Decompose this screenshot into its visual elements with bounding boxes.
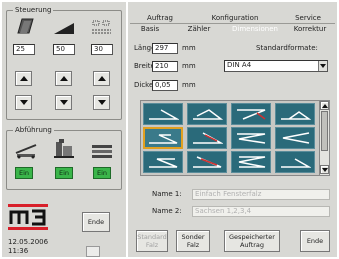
steuerung-down-button-2[interactable]: [55, 95, 72, 110]
fold-type-9[interactable]: [143, 151, 183, 173]
tab-korrektur[interactable]: Korrektur: [288, 25, 332, 33]
tab-dimensionen[interactable]: Dimensionen: [228, 25, 282, 33]
fold-diagram-icon: [193, 156, 222, 168]
fold-diagram-icon: [149, 134, 178, 144]
steuerung-value-1[interactable]: 25: [13, 44, 35, 55]
steuerung-up-button-1[interactable]: [15, 71, 32, 86]
scroll-thumb[interactable]: [321, 111, 328, 151]
m3-logo: [8, 204, 48, 230]
fold-grid-scrollbar[interactable]: [319, 101, 329, 175]
sonder-falz-button[interactable]: Sonder Falz: [176, 230, 210, 252]
standardformate-label: Standardformate:: [256, 44, 318, 52]
paper-tray-icon: [91, 143, 113, 159]
fold-type-4[interactable]: [275, 103, 315, 125]
fold-diagram-icon: [237, 109, 266, 120]
fold-diagram-icon: [281, 111, 311, 120]
left-panel: Steuerung 25 50 30 Abführung Ein Ein Ein…: [2, 2, 126, 257]
arrow-up-icon: [321, 103, 328, 108]
fold-type-6[interactable]: [187, 127, 227, 149]
fold-type-8[interactable]: [275, 127, 315, 149]
scroll-up-button[interactable]: [320, 101, 329, 110]
arrow-down-icon: [19, 100, 28, 105]
breite-input[interactable]: 210: [152, 61, 178, 72]
fold-diagram-icon: [193, 132, 223, 144]
steuerung-group: Steuerung 25 50 30: [6, 6, 122, 120]
steuerung-value-3[interactable]: 30: [91, 44, 113, 55]
fold-type-grid: [140, 100, 330, 176]
ende-button-left[interactable]: Ende: [82, 212, 110, 232]
speed-ramp-icon: [53, 21, 75, 35]
fold-diagram-icon: [238, 156, 266, 168]
fold-type-1[interactable]: [143, 103, 183, 125]
arrow-down-icon: [321, 167, 328, 172]
abfuehrung-ein-button-1[interactable]: Ein: [15, 167, 33, 179]
arrow-down-icon: [59, 100, 68, 105]
status-indicator: [86, 246, 100, 257]
tab-zaehler[interactable]: Zähler: [183, 25, 215, 33]
tab-row-divider: [130, 23, 335, 24]
tab-service[interactable]: Service: [288, 14, 328, 22]
abfuehrung-legend: Abführung: [13, 126, 54, 134]
fold-type-10[interactable]: [187, 151, 227, 173]
fold-type-2[interactable]: [187, 103, 227, 125]
arrow-up-icon: [59, 76, 68, 81]
name1-field[interactable]: Einfach Fensterfalz: [192, 189, 330, 200]
steuerung-down-button-1[interactable]: [15, 95, 32, 110]
stacker-icon: [53, 138, 75, 159]
abfuehrung-group: Abführung Ein Ein Ein: [6, 126, 122, 190]
steuerung-up-button-3[interactable]: [93, 71, 110, 86]
fold-type-11[interactable]: [231, 151, 271, 173]
tab-auftrag[interactable]: Auftrag: [140, 14, 180, 22]
standard-falz-button[interactable]: Standard Falz: [136, 230, 168, 252]
right-panel: Auftrag Konfiguration Service Basis Zähl…: [128, 2, 337, 257]
gespeicherter-auftrag-button[interactable]: Gespeicherter Auftrag: [224, 230, 280, 252]
name2-field[interactable]: Sachsen 1,2,3,4: [192, 206, 330, 217]
standardformate-value: DIN A4: [227, 61, 252, 69]
steuerung-down-button-3[interactable]: [93, 95, 110, 110]
dicke-unit: mm: [182, 81, 196, 89]
abfuehrung-ein-button-2[interactable]: Ein: [55, 167, 73, 179]
paper-stack-icon: [15, 17, 35, 35]
laenge-input[interactable]: 297: [152, 43, 178, 54]
date-text: 12.05.2006: [8, 238, 49, 246]
fold-diagram-icon: [282, 132, 310, 144]
fold-type-3[interactable]: [231, 103, 271, 125]
arrow-down-icon: [97, 100, 106, 105]
fold-type-12[interactable]: [275, 151, 315, 173]
scroll-down-button[interactable]: [320, 165, 329, 174]
arrow-up-icon: [97, 76, 106, 81]
dicke-input[interactable]: 0,05: [152, 80, 178, 91]
arrow-up-icon: [19, 76, 28, 81]
standardformate-select[interactable]: DIN A4: [224, 60, 328, 72]
laenge-unit: mm: [182, 44, 196, 52]
name1-label: Name 1:: [152, 190, 182, 198]
name2-label: Name 2:: [152, 207, 182, 215]
fold-diagram-icon: [193, 109, 223, 120]
dropdown-button[interactable]: [318, 61, 327, 71]
ende-button-right[interactable]: Ende: [300, 230, 330, 252]
time-text: 11:36: [8, 247, 29, 255]
fold-diagram-icon: [149, 109, 179, 120]
breite-unit: mm: [182, 62, 196, 70]
tab-basis[interactable]: Basis: [134, 25, 166, 33]
app-screen: Steuerung 25 50 30 Abführung Ein Ein Ein…: [0, 0, 339, 259]
steuerung-up-button-2[interactable]: [55, 71, 72, 86]
fold-type-5-selected[interactable]: [143, 127, 183, 149]
fold-diagram-icon: [281, 158, 311, 168]
spacing-icon: [91, 19, 113, 35]
conveyor-icon: [15, 141, 37, 159]
tab-konfiguration[interactable]: Konfiguration: [208, 14, 262, 22]
steuerung-legend: Steuerung: [13, 6, 54, 14]
fold-diagram-icon: [149, 158, 178, 168]
chevron-down-icon: [320, 64, 326, 68]
fold-diagram-icon: [237, 133, 266, 144]
fold-type-7[interactable]: [231, 127, 271, 149]
abfuehrung-ein-button-3[interactable]: Ein: [93, 167, 111, 179]
steuerung-value-2[interactable]: 50: [53, 44, 75, 55]
